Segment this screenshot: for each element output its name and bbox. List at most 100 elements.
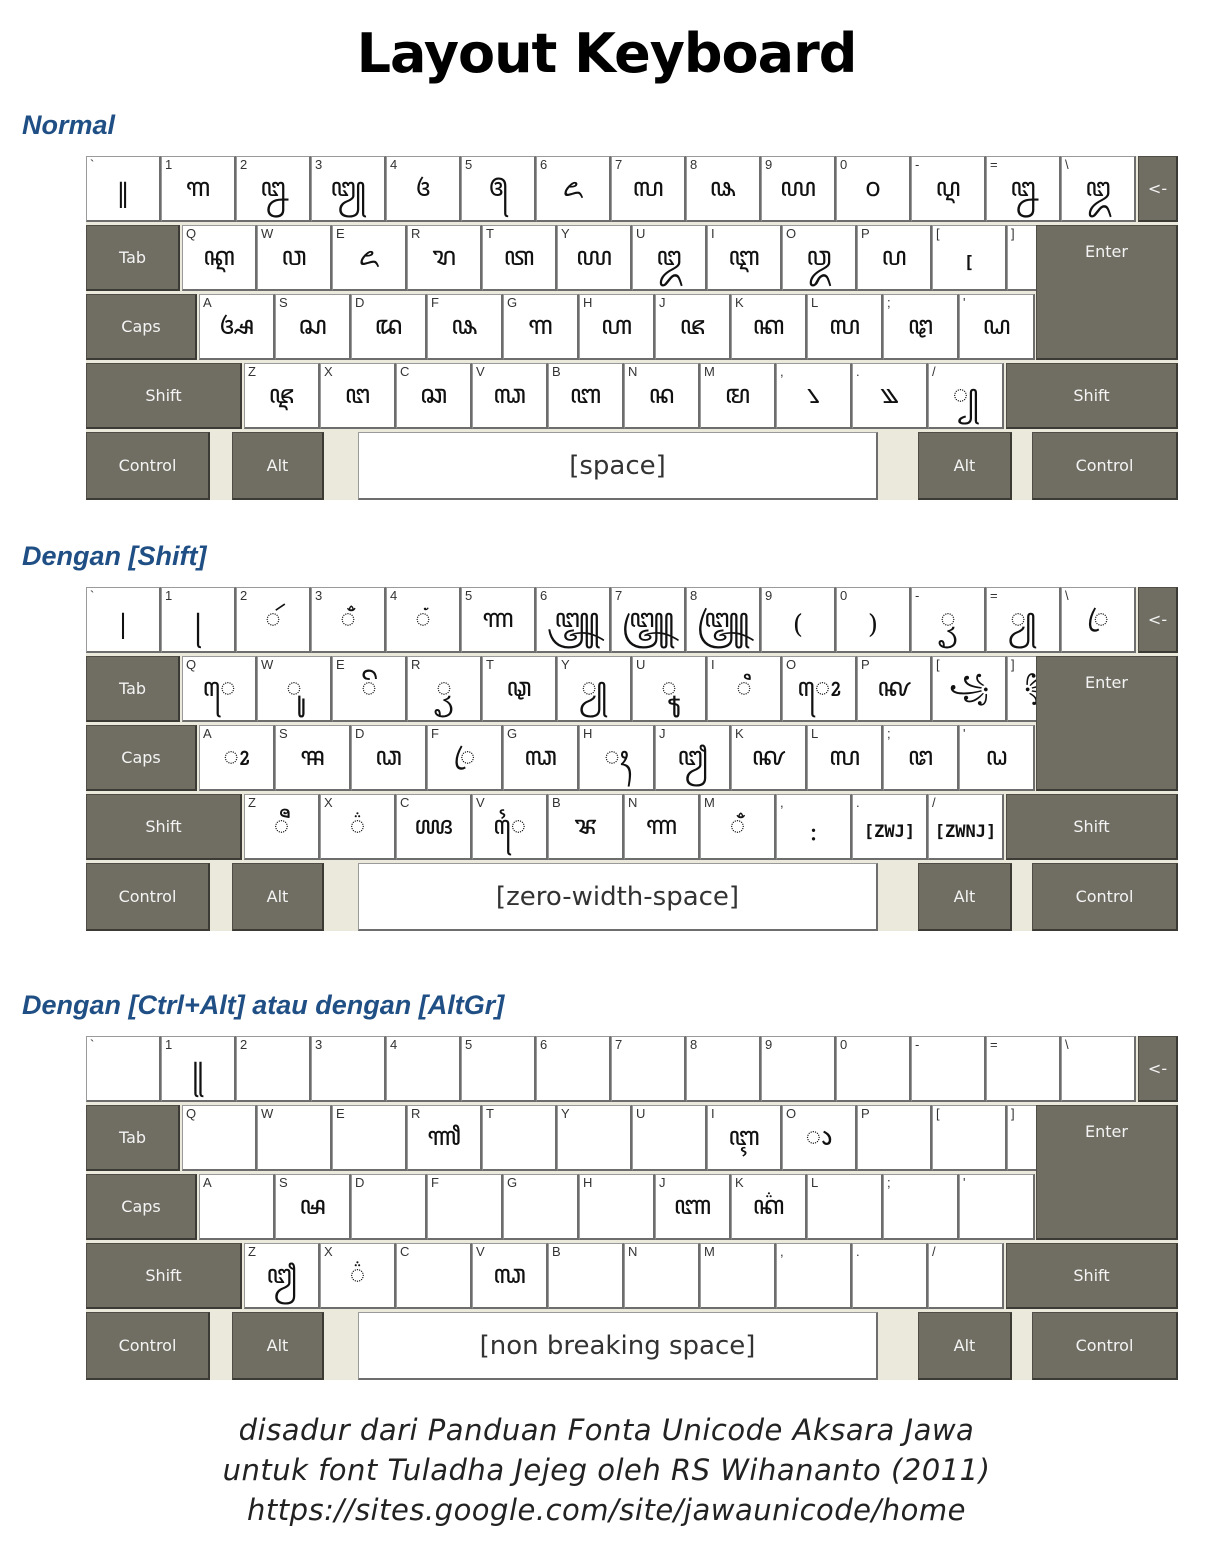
key-c45[interactable]: - bbox=[911, 1036, 986, 1102]
key-G[interactable]: Gꦒ bbox=[503, 294, 579, 360]
key-I[interactable]: Iꦶ bbox=[707, 656, 782, 722]
key-c47[interactable]: / [ZWNJ] bbox=[928, 794, 1004, 860]
key-3[interactable]: 3 bbox=[311, 1036, 386, 1102]
key-U[interactable]: Uꦹ bbox=[632, 656, 707, 722]
key-2[interactable]: 2꧒ bbox=[236, 156, 311, 222]
key-X[interactable]: X꦳ bbox=[320, 1243, 396, 1309]
alt-key[interactable]: Alt bbox=[232, 1312, 324, 1380]
key-U[interactable]: U bbox=[632, 1105, 707, 1171]
key-6[interactable]: 6 ꧃ bbox=[536, 587, 611, 653]
key-N[interactable]: N bbox=[624, 1243, 700, 1309]
key-A[interactable]: A bbox=[199, 1174, 275, 1240]
key-N[interactable]: Nꦤ bbox=[624, 363, 700, 429]
key-W[interactable]: Wꦮ bbox=[257, 225, 332, 291]
key-4[interactable]: 4 bbox=[386, 1036, 461, 1102]
key-9[interactable]: 9꧙ bbox=[761, 156, 836, 222]
key-A[interactable]: Aꦄ bbox=[199, 294, 275, 360]
key-E[interactable]: Eꦌ bbox=[332, 225, 407, 291]
key-c39[interactable]: ' ꦞ bbox=[959, 725, 1035, 791]
key-4[interactable]: 4꧔ bbox=[386, 156, 461, 222]
key-1[interactable]: 1꧑ bbox=[161, 156, 236, 222]
key-O[interactable]: Oꦎ bbox=[782, 225, 857, 291]
key-K[interactable]: K ꦏ꦳ bbox=[731, 1174, 807, 1240]
key-Q[interactable]: Q bbox=[182, 1105, 257, 1171]
key-c61[interactable]: = bbox=[986, 1036, 1061, 1102]
key-R[interactable]: Rꦽ bbox=[407, 656, 482, 722]
key-V[interactable]: Vꦓ bbox=[472, 363, 548, 429]
key-3[interactable]: 3ꦀ bbox=[311, 587, 386, 653]
space-bar[interactable]: [non breaking space] bbox=[358, 1312, 878, 1380]
key-5[interactable]: 5ꦟ bbox=[461, 587, 536, 653]
key-B[interactable]: Bꦨ bbox=[548, 794, 624, 860]
key-Q[interactable]: Qꦺ bbox=[182, 656, 257, 722]
alt-key[interactable]: Alt bbox=[918, 863, 1012, 931]
key-M[interactable]: Mꦀ bbox=[700, 794, 776, 860]
shift-key[interactable]: Shift bbox=[1006, 1243, 1178, 1309]
key-5[interactable]: 5 bbox=[461, 1036, 536, 1102]
key-c45[interactable]: -ꦉ bbox=[911, 156, 986, 222]
key-c44[interactable]: , bbox=[776, 1243, 852, 1309]
key-0[interactable]: 0) bbox=[836, 587, 911, 653]
key-7[interactable]: 7 ꧄ bbox=[611, 587, 686, 653]
enter-key[interactable]: Enter bbox=[1036, 225, 1178, 360]
space-bar[interactable]: [space] bbox=[358, 432, 878, 500]
key-C[interactable]: Cꦖ bbox=[396, 794, 472, 860]
caps-key[interactable]: Caps bbox=[86, 1174, 197, 1240]
control-key[interactable]: Control bbox=[1032, 1312, 1178, 1380]
control-key[interactable]: Control bbox=[1032, 432, 1178, 500]
key-G[interactable]: G bbox=[503, 1174, 579, 1240]
key-S[interactable]: Sꦯ bbox=[275, 725, 351, 791]
control-key[interactable]: Control bbox=[86, 863, 210, 931]
key-c39[interactable]: ' ꦝ bbox=[959, 294, 1035, 360]
key-8[interactable]: 8 ꧅ bbox=[686, 587, 761, 653]
key-T[interactable]: Tꦠ bbox=[482, 225, 557, 291]
key-Q[interactable]: Qꦐ bbox=[182, 225, 257, 291]
key-R[interactable]: Rꦫ bbox=[407, 225, 482, 291]
backspace-key[interactable]: <- bbox=[1138, 1036, 1178, 1102]
key-M[interactable]: M bbox=[700, 1243, 776, 1309]
key-W[interactable]: W bbox=[257, 1105, 332, 1171]
key-Y[interactable]: Yꦪ bbox=[557, 225, 632, 291]
key-L[interactable]: L bbox=[807, 1174, 883, 1240]
key-c96[interactable]: ` ‖ bbox=[86, 156, 161, 222]
key-X[interactable]: X꦳ bbox=[320, 794, 396, 860]
key-V[interactable]: Vꦓ bbox=[472, 1243, 548, 1309]
key-c46[interactable]: . bbox=[852, 1243, 928, 1309]
key-8[interactable]: 8꧘ bbox=[686, 156, 761, 222]
alt-key[interactable]: Alt bbox=[918, 432, 1012, 500]
key-O[interactable]: Oꦺꦴ bbox=[782, 656, 857, 722]
control-key[interactable]: Control bbox=[86, 1312, 210, 1380]
key-E[interactable]: E bbox=[332, 1105, 407, 1171]
tab-key[interactable]: Tab bbox=[86, 656, 180, 722]
alt-key[interactable]: Alt bbox=[232, 432, 324, 500]
space-bar[interactable]: [zero-width-space] bbox=[358, 863, 878, 931]
key-E[interactable]: Eꦼ bbox=[332, 656, 407, 722]
shift-key[interactable]: Shift bbox=[86, 1243, 242, 1309]
key-I[interactable]: Iꦆ bbox=[707, 225, 782, 291]
key-J[interactable]: Jꦚ bbox=[655, 1174, 731, 1240]
key-D[interactable]: D bbox=[351, 1174, 427, 1240]
key-U[interactable]: Uꦈ bbox=[632, 225, 707, 291]
key-c46[interactable]: . ꧉ bbox=[852, 363, 928, 429]
shift-key[interactable]: Shift bbox=[1006, 363, 1178, 429]
key-2[interactable]: 2ꦂ bbox=[236, 587, 311, 653]
key-c91[interactable]: [[ bbox=[932, 225, 1007, 291]
enter-key[interactable]: Enter bbox=[1036, 1105, 1178, 1240]
key-J[interactable]: Jꦗ bbox=[655, 294, 731, 360]
key-I[interactable]: Iꦇ bbox=[707, 1105, 782, 1171]
key-B[interactable]: Bꦧ bbox=[548, 363, 624, 429]
key-c59[interactable]: ; ꦛ bbox=[883, 294, 959, 360]
key-D[interactable]: Dꦢ bbox=[351, 294, 427, 360]
key-c96[interactable]: ` | bbox=[86, 587, 161, 653]
key-c59[interactable]: ; ꦜ bbox=[883, 725, 959, 791]
key-c44[interactable]: , ꧈ bbox=[776, 363, 852, 429]
key-L[interactable]: Lꦭ bbox=[807, 294, 883, 360]
key-V[interactable]: Vꦻ bbox=[472, 794, 548, 860]
key-6[interactable]: 6꧖ bbox=[536, 156, 611, 222]
key-A[interactable]: Aꦴ bbox=[199, 725, 275, 791]
key-Z[interactable]: Zꦘ bbox=[244, 363, 320, 429]
key-Y[interactable]: Yꦾ bbox=[557, 656, 632, 722]
alt-key[interactable]: Alt bbox=[918, 1312, 1012, 1380]
backspace-key[interactable]: <- bbox=[1138, 156, 1178, 222]
key-P[interactable]: Pꦑ bbox=[857, 656, 932, 722]
